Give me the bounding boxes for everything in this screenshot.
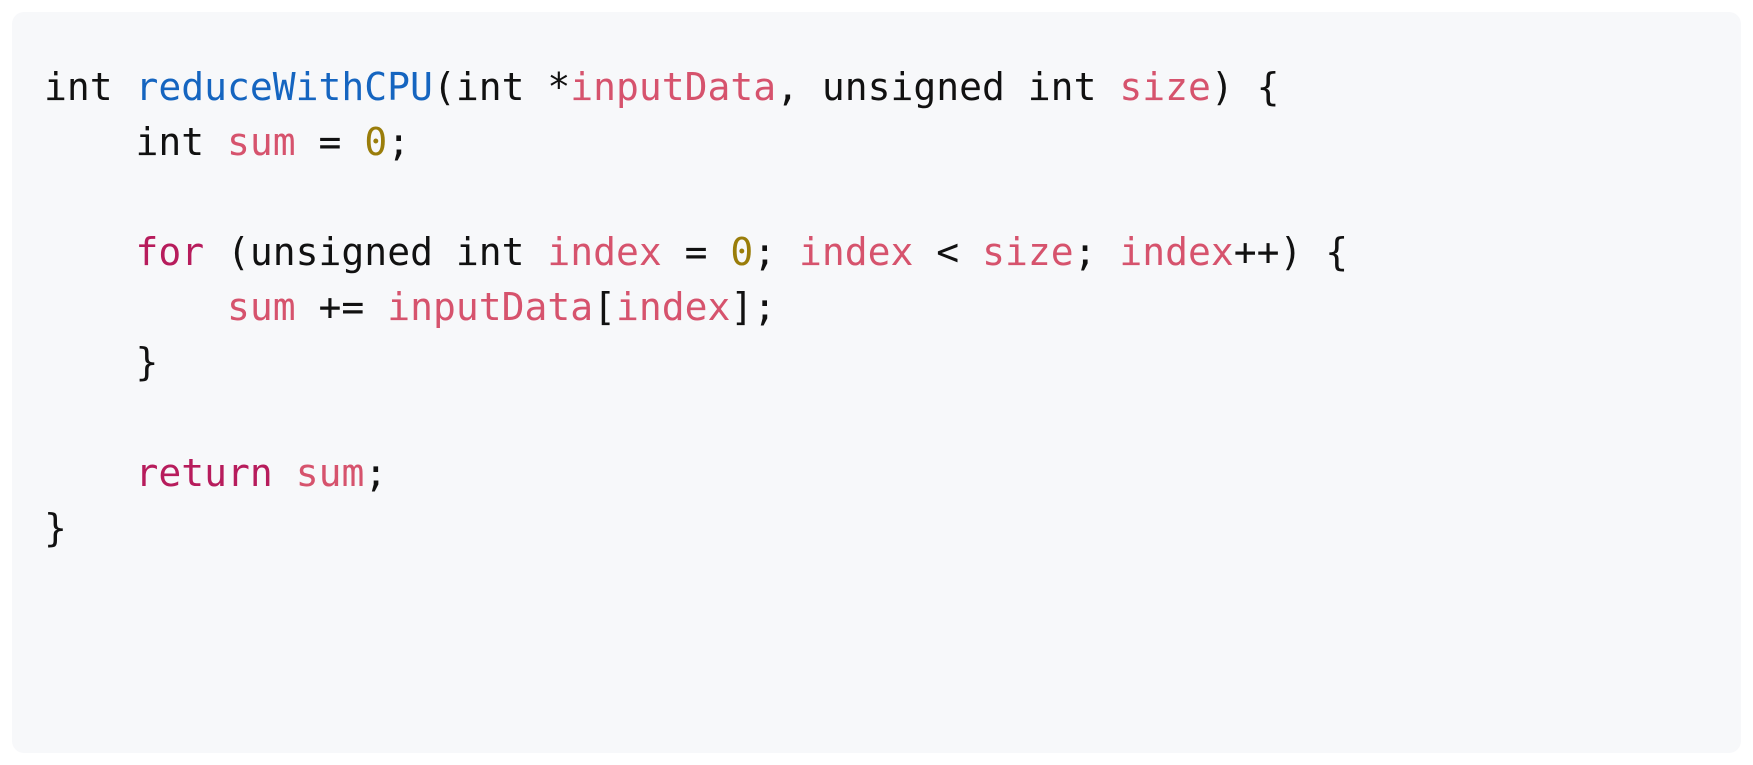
code-token xyxy=(44,451,136,495)
code-token: ]; xyxy=(730,285,776,329)
code-token: index xyxy=(616,285,730,329)
code-token: * xyxy=(547,65,570,109)
code-token: 0 xyxy=(364,120,387,164)
code-token: 0 xyxy=(730,230,753,274)
code-token: index xyxy=(799,230,913,274)
code-token: ; xyxy=(753,230,799,274)
code-token: } xyxy=(44,506,67,550)
code-token: < xyxy=(913,230,982,274)
code-token: sum xyxy=(227,120,296,164)
code-token: sum xyxy=(296,451,365,495)
code-token: inputData xyxy=(570,65,776,109)
code-token: return xyxy=(136,451,273,495)
code-token: unsigned int xyxy=(250,230,547,274)
code-token: ; xyxy=(364,451,387,495)
code-token: ) { xyxy=(1211,65,1280,109)
code-token xyxy=(44,285,227,329)
code-token: } xyxy=(44,340,158,384)
code-token: size xyxy=(1119,65,1211,109)
code-token: ( xyxy=(433,65,456,109)
code-token: [ xyxy=(593,285,616,329)
code-token: int xyxy=(136,120,228,164)
code-token: += xyxy=(296,285,388,329)
code-token: = xyxy=(296,120,365,164)
code-token: int xyxy=(44,65,136,109)
code-token: size xyxy=(982,230,1074,274)
code-block: int reduceWithCPU(int *inputData, unsign… xyxy=(12,12,1741,753)
code-token: = xyxy=(662,230,731,274)
code-token xyxy=(273,451,296,495)
code-token: int xyxy=(456,65,548,109)
code-content: int reduceWithCPU(int *inputData, unsign… xyxy=(44,60,1709,556)
code-token: sum xyxy=(227,285,296,329)
code-token: for xyxy=(136,230,205,274)
code-token: ; xyxy=(387,120,410,164)
code-token: unsigned int xyxy=(822,65,1119,109)
code-token: ++) { xyxy=(1234,230,1348,274)
code-token: reduceWithCPU xyxy=(136,65,433,109)
code-token: , xyxy=(776,65,822,109)
code-token: ( xyxy=(204,230,250,274)
code-token xyxy=(44,120,136,164)
code-token: index xyxy=(547,230,661,274)
code-token: inputData xyxy=(387,285,593,329)
code-token xyxy=(44,230,136,274)
code-token: ; xyxy=(1074,230,1120,274)
code-token: index xyxy=(1119,230,1233,274)
